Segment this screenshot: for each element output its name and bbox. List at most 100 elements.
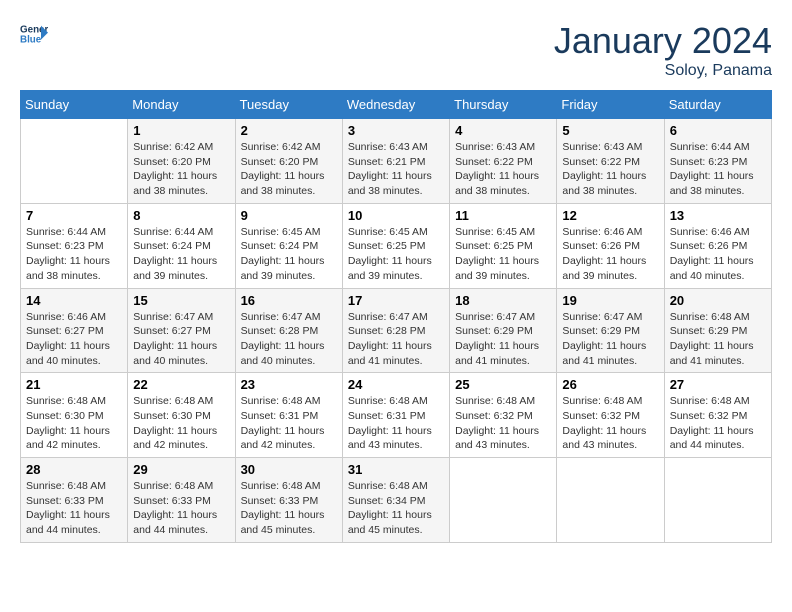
calendar-cell: 1 Sunrise: 6:42 AMSunset: 6:20 PMDaylight… xyxy=(128,119,235,204)
day-number: 21 xyxy=(26,377,122,392)
day-info: Sunrise: 6:45 AMSunset: 6:24 PMDaylight:… xyxy=(241,225,337,284)
calendar-cell: 22 Sunrise: 6:48 AMSunset: 6:30 PMDayligh… xyxy=(128,373,235,458)
day-info: Sunrise: 6:42 AMSunset: 6:20 PMDaylight:… xyxy=(241,140,337,199)
day-info: Sunrise: 6:48 AMSunset: 6:30 PMDaylight:… xyxy=(133,394,229,453)
calendar-cell: 9Sunrise: 6:45 AMSunset: 6:24 PMDaylight… xyxy=(235,203,342,288)
day-info: Sunrise: 6:47 AMSunset: 6:29 PMDaylight:… xyxy=(562,310,658,369)
day-number: 30 xyxy=(241,462,337,477)
calendar-header-row: SundayMondayTuesdayWednesdayThursdayFrid… xyxy=(21,91,772,119)
day-number: 12 xyxy=(562,208,658,223)
day-number: 17 xyxy=(348,293,444,308)
calendar-cell: 8 Sunrise: 6:44 AMSunset: 6:24 PMDaylight… xyxy=(128,203,235,288)
day-number: 16 xyxy=(241,293,337,308)
day-number: 26 xyxy=(562,377,658,392)
calendar-cell: 23 Sunrise: 6:48 AMSunset: 6:31 PMDayligh… xyxy=(235,373,342,458)
day-of-week-header: Monday xyxy=(128,91,235,119)
day-info: Sunrise: 6:47 AMSunset: 6:28 PMDaylight:… xyxy=(241,310,337,369)
day-number: 31 xyxy=(348,462,444,477)
calendar-cell: 15 Sunrise: 6:47 AMSunset: 6:27 PMDayligh… xyxy=(128,288,235,373)
day-number: 23 xyxy=(241,377,337,392)
day-info: Sunrise: 6:42 AMSunset: 6:20 PMDaylight:… xyxy=(133,140,229,199)
page-header: General Blue January 2024 Soloy, Panama xyxy=(20,20,772,80)
day-number: 22 xyxy=(133,377,229,392)
day-info: Sunrise: 6:48 AMSunset: 6:32 PMDaylight:… xyxy=(562,394,658,453)
logo-icon: General Blue xyxy=(20,20,48,48)
day-number: 18 xyxy=(455,293,551,308)
calendar-cell: 5Sunrise: 6:43 AMSunset: 6:22 PMDaylight… xyxy=(557,119,664,204)
day-info: Sunrise: 6:48 AMSunset: 6:31 PMDaylight:… xyxy=(241,394,337,453)
calendar-cell: 24 Sunrise: 6:48 AMSunset: 6:31 PMDayligh… xyxy=(342,373,449,458)
calendar-cell: 27 Sunrise: 6:48 AMSunset: 6:32 PMDayligh… xyxy=(664,373,771,458)
day-info: Sunrise: 6:47 AMSunset: 6:27 PMDaylight:… xyxy=(133,310,229,369)
calendar-week-row: 1 Sunrise: 6:42 AMSunset: 6:20 PMDaylight… xyxy=(21,119,772,204)
calendar-cell: 3 Sunrise: 6:43 AMSunset: 6:21 PMDaylight… xyxy=(342,119,449,204)
day-of-week-header: Wednesday xyxy=(342,91,449,119)
location-title: Soloy, Panama xyxy=(554,62,772,80)
calendar-body: 1 Sunrise: 6:42 AMSunset: 6:20 PMDaylight… xyxy=(21,119,772,543)
day-info: Sunrise: 6:48 AMSunset: 6:29 PMDaylight:… xyxy=(670,310,766,369)
day-info: Sunrise: 6:46 AMSunset: 6:27 PMDaylight:… xyxy=(26,310,122,369)
day-number: 15 xyxy=(133,293,229,308)
day-number: 10 xyxy=(348,208,444,223)
calendar-cell: 25 Sunrise: 6:48 AMSunset: 6:32 PMDayligh… xyxy=(450,373,557,458)
calendar-cell: 20 Sunrise: 6:48 AMSunset: 6:29 PMDayligh… xyxy=(664,288,771,373)
day-number: 7 xyxy=(26,208,122,223)
calendar-table: SundayMondayTuesdayWednesdayThursdayFrid… xyxy=(20,90,772,543)
calendar-cell: 16 Sunrise: 6:47 AMSunset: 6:28 PMDayligh… xyxy=(235,288,342,373)
calendar-cell: 31 Sunrise: 6:48 AMSunset: 6:34 PMDayligh… xyxy=(342,458,449,543)
day-info: Sunrise: 6:43 AMSunset: 6:22 PMDaylight:… xyxy=(455,140,551,199)
day-number: 4 xyxy=(455,123,551,138)
day-info: Sunrise: 6:48 AMSunset: 6:31 PMDaylight:… xyxy=(348,394,444,453)
calendar-cell: 4 Sunrise: 6:43 AMSunset: 6:22 PMDaylight… xyxy=(450,119,557,204)
calendar-cell: 2 Sunrise: 6:42 AMSunset: 6:20 PMDaylight… xyxy=(235,119,342,204)
day-number: 2 xyxy=(241,123,337,138)
day-number: 19 xyxy=(562,293,658,308)
day-info: Sunrise: 6:48 AMSunset: 6:32 PMDaylight:… xyxy=(455,394,551,453)
calendar-cell: 17Sunrise: 6:47 AMSunset: 6:28 PMDayligh… xyxy=(342,288,449,373)
day-info: Sunrise: 6:48 AMSunset: 6:33 PMDaylight:… xyxy=(133,479,229,538)
day-info: Sunrise: 6:48 AMSunset: 6:32 PMDaylight:… xyxy=(670,394,766,453)
day-info: Sunrise: 6:43 AMSunset: 6:22 PMDaylight:… xyxy=(562,140,658,199)
day-of-week-header: Saturday xyxy=(664,91,771,119)
day-number: 27 xyxy=(670,377,766,392)
calendar-cell xyxy=(557,458,664,543)
calendar-cell xyxy=(664,458,771,543)
day-number: 28 xyxy=(26,462,122,477)
calendar-cell: 30 Sunrise: 6:48 AMSunset: 6:33 PMDayligh… xyxy=(235,458,342,543)
day-number: 1 xyxy=(133,123,229,138)
calendar-cell: 26 Sunrise: 6:48 AMSunset: 6:32 PMDayligh… xyxy=(557,373,664,458)
day-info: Sunrise: 6:48 AMSunset: 6:34 PMDaylight:… xyxy=(348,479,444,538)
title-block: January 2024 Soloy, Panama xyxy=(554,20,772,80)
day-number: 3 xyxy=(348,123,444,138)
day-info: Sunrise: 6:47 AMSunset: 6:29 PMDaylight:… xyxy=(455,310,551,369)
calendar-cell xyxy=(450,458,557,543)
calendar-cell: 12 Sunrise: 6:46 AMSunset: 6:26 PMDayligh… xyxy=(557,203,664,288)
day-info: Sunrise: 6:46 AMSunset: 6:26 PMDaylight:… xyxy=(562,225,658,284)
calendar-week-row: 7 Sunrise: 6:44 AMSunset: 6:23 PMDaylight… xyxy=(21,203,772,288)
day-info: Sunrise: 6:46 AMSunset: 6:26 PMDaylight:… xyxy=(670,225,766,284)
day-number: 25 xyxy=(455,377,551,392)
day-number: 13 xyxy=(670,208,766,223)
calendar-cell: 11 Sunrise: 6:45 AMSunset: 6:25 PMDayligh… xyxy=(450,203,557,288)
day-number: 24 xyxy=(348,377,444,392)
calendar-cell: 29 Sunrise: 6:48 AMSunset: 6:33 PMDayligh… xyxy=(128,458,235,543)
day-info: Sunrise: 6:48 AMSunset: 6:33 PMDaylight:… xyxy=(26,479,122,538)
calendar-cell: 10Sunrise: 6:45 AMSunset: 6:25 PMDayligh… xyxy=(342,203,449,288)
day-number: 14 xyxy=(26,293,122,308)
calendar-cell: 7 Sunrise: 6:44 AMSunset: 6:23 PMDaylight… xyxy=(21,203,128,288)
day-info: Sunrise: 6:45 AMSunset: 6:25 PMDaylight:… xyxy=(455,225,551,284)
calendar-cell: 18 Sunrise: 6:47 AMSunset: 6:29 PMDayligh… xyxy=(450,288,557,373)
calendar-cell: 28 Sunrise: 6:48 AMSunset: 6:33 PMDayligh… xyxy=(21,458,128,543)
day-number: 29 xyxy=(133,462,229,477)
calendar-cell xyxy=(21,119,128,204)
day-info: Sunrise: 6:43 AMSunset: 6:21 PMDaylight:… xyxy=(348,140,444,199)
day-info: Sunrise: 6:44 AMSunset: 6:24 PMDaylight:… xyxy=(133,225,229,284)
svg-text:Blue: Blue xyxy=(20,34,42,45)
day-info: Sunrise: 6:48 AMSunset: 6:33 PMDaylight:… xyxy=(241,479,337,538)
calendar-cell: 19 Sunrise: 6:47 AMSunset: 6:29 PMDayligh… xyxy=(557,288,664,373)
day-number: 8 xyxy=(133,208,229,223)
day-number: 20 xyxy=(670,293,766,308)
day-number: 11 xyxy=(455,208,551,223)
day-info: Sunrise: 6:44 AMSunset: 6:23 PMDaylight:… xyxy=(26,225,122,284)
day-info: Sunrise: 6:48 AMSunset: 6:30 PMDaylight:… xyxy=(26,394,122,453)
